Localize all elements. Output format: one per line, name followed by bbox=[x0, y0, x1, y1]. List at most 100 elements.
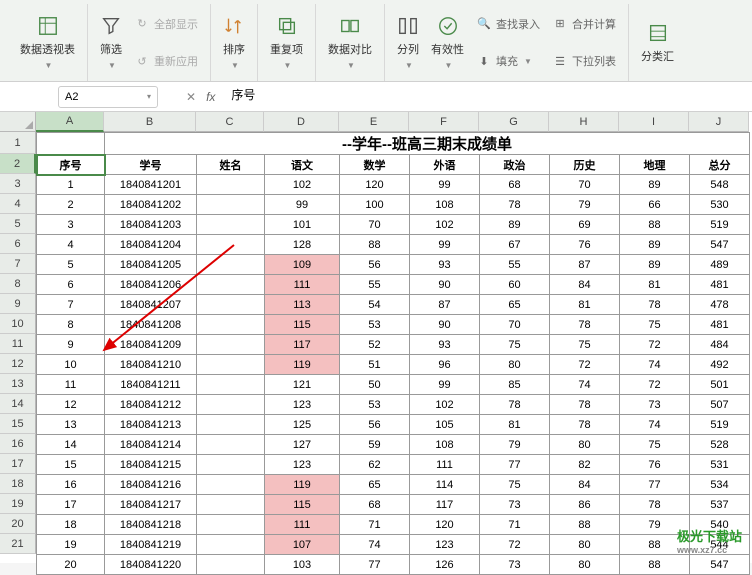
compare-button[interactable]: 数据对比 ▼ bbox=[322, 6, 378, 79]
data-cell[interactable]: 548 bbox=[690, 175, 750, 195]
data-cell[interactable]: 81 bbox=[480, 415, 550, 435]
row-header-20[interactable]: 20 bbox=[0, 514, 36, 534]
header-cell[interactable]: 学号 bbox=[105, 155, 197, 175]
data-cell[interactable]: 481 bbox=[690, 315, 750, 335]
data-cell[interactable]: 78 bbox=[550, 315, 620, 335]
spreadsheet[interactable]: ABCDEFGHIJ 12345678910111213141516171819… bbox=[0, 112, 752, 563]
data-cell[interactable]: 77 bbox=[480, 455, 550, 475]
data-cell[interactable]: 77 bbox=[340, 555, 410, 575]
header-cell[interactable]: 姓名 bbox=[197, 155, 265, 175]
data-cell[interactable]: 537 bbox=[690, 495, 750, 515]
data-cell[interactable]: 75 bbox=[480, 335, 550, 355]
data-cell[interactable]: 102 bbox=[410, 395, 480, 415]
row-header-10[interactable]: 10 bbox=[0, 314, 36, 334]
data-cell[interactable]: 85 bbox=[480, 375, 550, 395]
data-cell[interactable]: 8 bbox=[37, 315, 105, 335]
data-cell[interactable]: 1840841202 bbox=[105, 195, 197, 215]
header-cell[interactable]: 政治 bbox=[480, 155, 550, 175]
data-cell[interactable] bbox=[197, 355, 265, 375]
row-header-11[interactable]: 11 bbox=[0, 334, 36, 354]
data-cell[interactable] bbox=[197, 175, 265, 195]
data-cell[interactable]: 65 bbox=[340, 475, 410, 495]
data-cell[interactable]: 100 bbox=[340, 195, 410, 215]
header-cell[interactable]: 地理 bbox=[620, 155, 690, 175]
data-cell[interactable]: 484 bbox=[690, 335, 750, 355]
data-cell[interactable]: 528 bbox=[690, 435, 750, 455]
data-cell[interactable]: 75 bbox=[620, 435, 690, 455]
data-cell[interactable] bbox=[197, 195, 265, 215]
data-cell[interactable]: 489 bbox=[690, 255, 750, 275]
data-cell[interactable]: 117 bbox=[410, 495, 480, 515]
data-cell[interactable]: 16 bbox=[37, 475, 105, 495]
data-cell[interactable]: 76 bbox=[620, 455, 690, 475]
data-cell[interactable]: 99 bbox=[410, 175, 480, 195]
data-cell[interactable] bbox=[197, 295, 265, 315]
select-all-corner[interactable] bbox=[0, 112, 36, 132]
col-header-C[interactable]: C bbox=[196, 112, 264, 132]
data-cell[interactable]: 14 bbox=[37, 435, 105, 455]
data-cell[interactable]: 1 bbox=[37, 175, 105, 195]
data-cell[interactable]: 120 bbox=[340, 175, 410, 195]
data-cell[interactable]: 80 bbox=[480, 355, 550, 375]
data-cell[interactable]: 78 bbox=[550, 415, 620, 435]
data-cell[interactable]: 2 bbox=[37, 195, 105, 215]
fill-button[interactable]: ⬇填充▼ bbox=[470, 51, 546, 71]
data-cell[interactable]: 68 bbox=[480, 175, 550, 195]
row-header-21[interactable]: 21 bbox=[0, 534, 36, 554]
header-cell[interactable]: 外语 bbox=[410, 155, 480, 175]
data-cell[interactable]: 108 bbox=[410, 435, 480, 455]
row-header-6[interactable]: 6 bbox=[0, 234, 36, 254]
data-cell[interactable]: 501 bbox=[690, 375, 750, 395]
data-cell[interactable] bbox=[197, 395, 265, 415]
row-header-17[interactable]: 17 bbox=[0, 454, 36, 474]
data-cell[interactable]: 1840841209 bbox=[105, 335, 197, 355]
col-header-J[interactable]: J bbox=[689, 112, 749, 132]
data-cell[interactable]: 89 bbox=[480, 215, 550, 235]
data-cell[interactable]: 478 bbox=[690, 295, 750, 315]
data-cell[interactable]: 80 bbox=[550, 435, 620, 455]
col-header-H[interactable]: H bbox=[549, 112, 619, 132]
sort-button[interactable]: 排序 ▼ bbox=[217, 6, 251, 79]
data-cell[interactable]: 53 bbox=[340, 395, 410, 415]
data-cell[interactable]: 66 bbox=[620, 195, 690, 215]
data-cell[interactable]: 115 bbox=[265, 315, 340, 335]
row-header-5[interactable]: 5 bbox=[0, 214, 36, 234]
data-cell[interactable]: 123 bbox=[265, 395, 340, 415]
data-cell[interactable]: 12 bbox=[37, 395, 105, 415]
data-cell[interactable]: 77 bbox=[620, 475, 690, 495]
data-cell[interactable]: 13 bbox=[37, 415, 105, 435]
data-cell[interactable]: 68 bbox=[340, 495, 410, 515]
data-cell[interactable]: 74 bbox=[620, 415, 690, 435]
data-cell[interactable]: 107 bbox=[265, 535, 340, 555]
data-cell[interactable]: 1840841219 bbox=[105, 535, 197, 555]
data-cell[interactable]: 119 bbox=[265, 355, 340, 375]
data-cell[interactable]: 80 bbox=[550, 555, 620, 575]
row-header-7[interactable]: 7 bbox=[0, 254, 36, 274]
data-cell[interactable]: 530 bbox=[690, 195, 750, 215]
data-cell[interactable]: 19 bbox=[37, 535, 105, 555]
data-cell[interactable] bbox=[197, 235, 265, 255]
data-cell[interactable]: 73 bbox=[480, 555, 550, 575]
data-cell[interactable]: 74 bbox=[620, 355, 690, 375]
data-cell[interactable]: 88 bbox=[620, 215, 690, 235]
data-cell[interactable]: 123 bbox=[410, 535, 480, 555]
data-cell[interactable] bbox=[197, 435, 265, 455]
data-cell[interactable] bbox=[197, 495, 265, 515]
data-cell[interactable]: 70 bbox=[550, 175, 620, 195]
data-cell[interactable]: 1840841212 bbox=[105, 395, 197, 415]
data-cell[interactable]: 105 bbox=[410, 415, 480, 435]
data-cell[interactable]: 1840841213 bbox=[105, 415, 197, 435]
data-cell[interactable] bbox=[197, 315, 265, 335]
data-cell[interactable]: 117 bbox=[265, 335, 340, 355]
data-cell[interactable]: 123 bbox=[265, 455, 340, 475]
name-box[interactable]: A2 ▾ bbox=[58, 86, 158, 108]
row-header-16[interactable]: 16 bbox=[0, 434, 36, 454]
data-cell[interactable]: 17 bbox=[37, 495, 105, 515]
data-cell[interactable]: 81 bbox=[620, 275, 690, 295]
data-cell[interactable]: 84 bbox=[550, 275, 620, 295]
data-cell[interactable]: 111 bbox=[265, 515, 340, 535]
dropdown-list-button[interactable]: ☰下拉列表 bbox=[546, 51, 622, 71]
col-header-B[interactable]: B bbox=[104, 112, 196, 132]
data-cell[interactable]: 481 bbox=[690, 275, 750, 295]
data-cell[interactable]: 88 bbox=[620, 555, 690, 575]
